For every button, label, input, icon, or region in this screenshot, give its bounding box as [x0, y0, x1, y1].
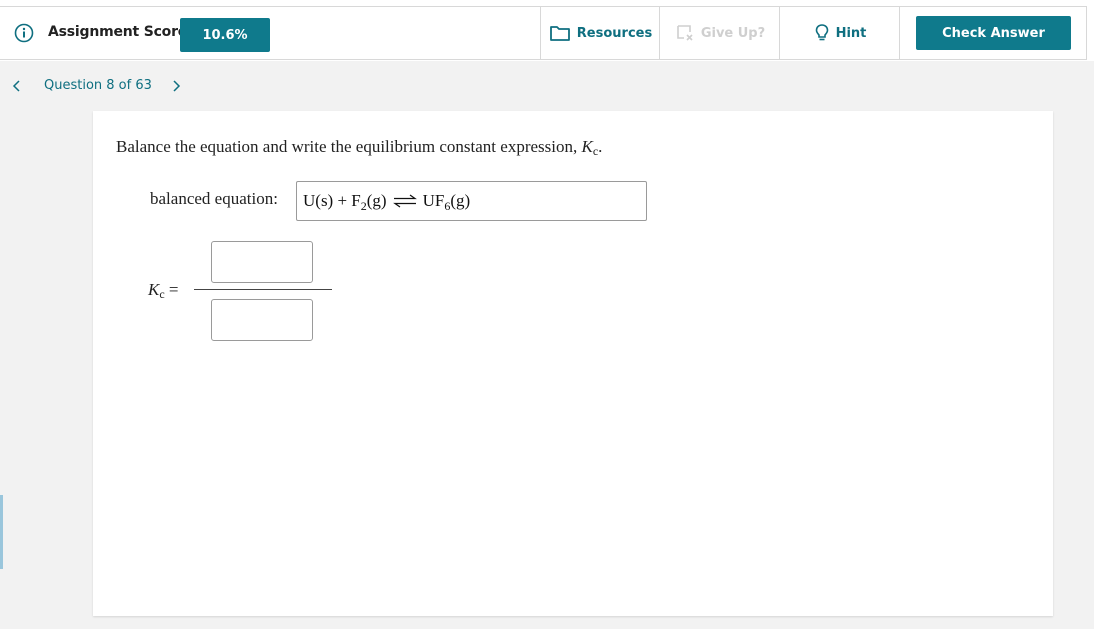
lightbulb-icon — [814, 23, 830, 43]
eq-reactant-state: (g) — [366, 191, 387, 210]
question-prompt: Balance the equation and write the equil… — [116, 137, 602, 159]
top-toolbar: Assignment Score: 10.6% Resources Give U… — [0, 6, 1087, 60]
check-answer-button[interactable]: Check Answer — [916, 16, 1071, 50]
balanced-equation-field[interactable]: U(s) + F 2 (g) UF 6 (g) — [296, 181, 647, 221]
kc-label: Kc = — [148, 280, 179, 302]
give-up-label: Give Up? — [700, 25, 766, 41]
assignment-score-label: Assignment Score: — [48, 24, 193, 40]
kc-symbol: K — [148, 280, 160, 299]
prompt-text: Balance the equation and write the equil… — [116, 137, 578, 156]
eq-reactants: U(s) + F — [303, 191, 361, 210]
previous-question-icon[interactable] — [11, 78, 23, 94]
hint-label: Hint — [835, 25, 867, 41]
eq-subscript-6: 6 — [444, 198, 451, 213]
eq-product: UF — [422, 191, 445, 210]
kc-subscript: c — [159, 287, 165, 301]
left-accent-bar — [0, 495, 3, 569]
balanced-equation-label: balanced equation: — [150, 189, 278, 208]
give-up-icon — [675, 24, 695, 42]
denominator-input[interactable] — [211, 299, 313, 341]
eq-subscript-2: 2 — [360, 198, 367, 213]
prompt-k-symbol: K — [581, 137, 593, 156]
numerator-input[interactable] — [211, 241, 313, 283]
give-up-button[interactable]: Give Up? — [659, 7, 780, 59]
check-answer-cell: Check Answer — [899, 7, 1087, 59]
equilibrium-arrow-icon — [392, 194, 417, 208]
folder-icon — [549, 24, 571, 42]
next-question-icon[interactable] — [170, 78, 182, 94]
fraction-bar — [194, 289, 332, 290]
workspace: Question 8 of 63 Balance the equation an… — [0, 61, 1094, 629]
score-badge: 10.6% — [180, 18, 270, 52]
question-counter: Question 8 of 63 — [44, 78, 152, 93]
eq-product-state: (g) — [450, 191, 471, 210]
question-card: Balance the equation and write the equil… — [93, 111, 1053, 616]
resources-label: Resources — [576, 25, 653, 41]
kc-equals: = — [168, 280, 179, 299]
info-icon[interactable] — [14, 23, 34, 43]
hint-button[interactable]: Hint — [779, 7, 900, 59]
prompt-period: . — [598, 137, 603, 156]
resources-button[interactable]: Resources — [540, 7, 660, 59]
